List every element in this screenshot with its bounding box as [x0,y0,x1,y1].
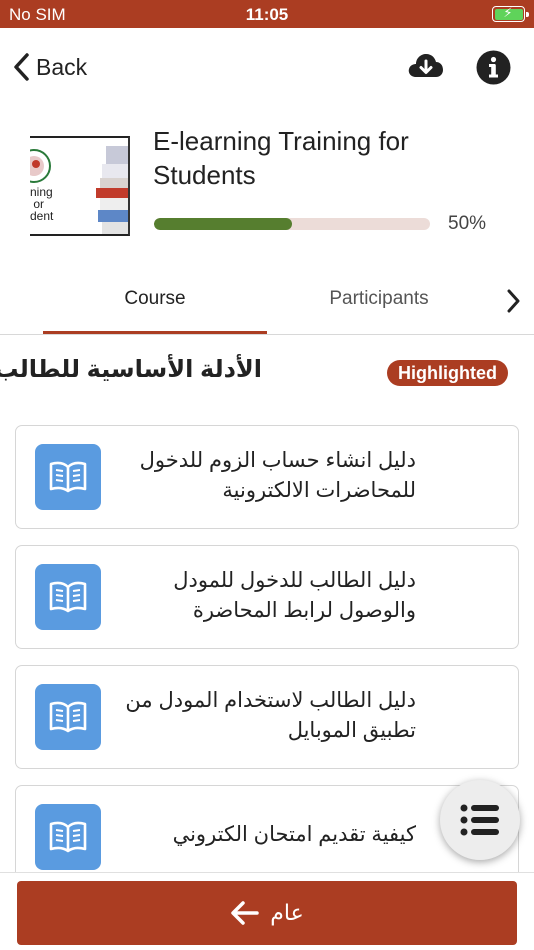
arrow-left-icon [231,901,260,925]
section-title: الأدلة الأساسية للطالب [0,356,262,383]
thumbnail-line-3: dent [30,209,54,223]
module-title: دليل الطالب لاستخدام المودل من تطبيق الم… [125,689,416,742]
chevron-right-icon[interactable] [505,288,521,314]
course-index-list-icon [460,804,499,836]
status-clock: 11:05 [245,5,289,24]
module-card[interactable]: دليل الطالب لاستخدام المودل من تطبيق الم… [15,665,519,769]
back-label: Back [36,53,88,80]
course-progress-label: 50% [448,213,487,234]
course-thumbnail: ning or dent [30,136,130,236]
cloud-download-icon[interactable] [406,49,444,83]
book-icon [35,804,101,870]
book-icon [35,444,101,510]
tab-participants[interactable]: Participants [267,288,491,310]
module-title: دليل انشاء حساب الزوم للدخول للمحاضرات ا… [139,449,416,502]
info-icon[interactable] [476,50,511,85]
course-tabs: Course Participants [0,268,534,335]
module-card[interactable]: دليل الطالب للدخول للمودل والوصول لرابط … [15,545,519,649]
book-icon [35,564,101,630]
book-icon [35,684,101,750]
highlighted-badge: Highlighted [387,360,508,386]
battery-charging-icon: ⚡ [492,5,529,22]
course-title: E-learning Training for Students [153,126,409,190]
section-nav-button[interactable]: عام [17,881,517,945]
course-progress-fill [154,218,292,230]
bottom-bar: عام [0,872,534,950]
course-progress-bar [154,218,430,230]
status-bar: No SIM 11:05 ⚡ [0,0,534,28]
back-button[interactable]: Back [12,50,87,84]
module-title: دليل الطالب للدخول للمودل والوصول لرابط … [173,569,416,622]
module-title: كيفية تقديم امتحان الكتروني [172,823,416,846]
chevron-left-icon [14,53,29,81]
thumbnail-text: ning or dent [30,186,53,222]
active-tab-indicator [43,331,267,334]
tab-course[interactable]: Course [43,288,267,310]
course-index-button[interactable] [440,780,520,860]
section-nav-label: عام [270,900,304,925]
section-header: Highlighted الأدلة الأساسية للطالب [0,335,534,415]
navigation-bar: Back [0,28,534,108]
course-header: ning or dent E-learning Training for Stu… [0,108,534,268]
module-card[interactable]: دليل انشاء حساب الزوم للدخول للمحاضرات ا… [15,425,519,529]
